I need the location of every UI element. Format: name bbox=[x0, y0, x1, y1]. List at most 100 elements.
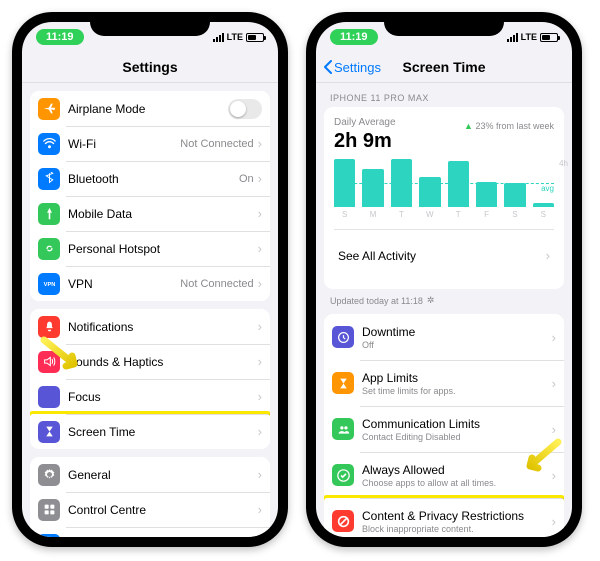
chevron-right-icon: › bbox=[258, 502, 262, 517]
row-label: Control Centre bbox=[68, 503, 258, 517]
screen-time-content[interactable]: IPHONE 11 PRO MAX Daily Average 2h 9m ▲ … bbox=[316, 83, 572, 537]
status-time: 11:19 bbox=[330, 29, 378, 45]
chevron-right-icon: › bbox=[258, 467, 262, 482]
chevron-right-icon: › bbox=[258, 241, 262, 256]
chevron-left-icon bbox=[324, 60, 332, 74]
settings-group: Airplane ModeWi-FiNot Connected›Bluetoot… bbox=[30, 91, 270, 301]
back-label: Settings bbox=[334, 60, 381, 75]
back-button[interactable]: Settings bbox=[324, 60, 381, 75]
chart-bar: M bbox=[362, 169, 383, 219]
row-subtitle: Block inappropriate content. bbox=[362, 525, 552, 534]
chevron-right-icon: › bbox=[258, 171, 262, 186]
row-airplane-mode[interactable]: Airplane Mode bbox=[30, 91, 270, 126]
row-label: Content & Privacy Restrictions bbox=[362, 509, 552, 523]
settings-group: Notifications›Sounds & Haptics›Focus›Scr… bbox=[30, 309, 270, 449]
hourglass-icon bbox=[38, 421, 60, 443]
notch bbox=[384, 12, 504, 36]
link-icon bbox=[38, 238, 60, 260]
chart-ymax-label: 4h bbox=[559, 159, 568, 168]
row-screen-time[interactable]: Screen Time› bbox=[30, 411, 270, 449]
row-value: On bbox=[239, 173, 254, 185]
chevron-right-icon: › bbox=[546, 248, 550, 263]
chevron-right-icon: › bbox=[552, 514, 556, 529]
chevron-right-icon: › bbox=[258, 276, 262, 291]
page-title: Settings bbox=[122, 59, 177, 75]
chevron-right-icon: › bbox=[258, 206, 262, 221]
daily-average-label: Daily Average bbox=[334, 117, 396, 128]
hourglass-icon bbox=[332, 372, 354, 394]
sound-icon bbox=[38, 351, 60, 373]
row-always-allowed[interactable]: Always AllowedChoose apps to allow at al… bbox=[324, 452, 564, 498]
chevron-right-icon: › bbox=[258, 319, 262, 334]
row-control-centre[interactable]: Control Centre› bbox=[30, 492, 270, 527]
status-time: 11:19 bbox=[36, 29, 84, 45]
row-mobile-data[interactable]: Mobile Data› bbox=[30, 196, 270, 231]
settings-group: General›Control Centre›ADisplay & Bright… bbox=[30, 457, 270, 537]
row-label: App Limits bbox=[362, 371, 552, 385]
row-notifications[interactable]: Notifications› bbox=[30, 309, 270, 344]
row-label: General bbox=[68, 468, 258, 482]
chevron-right-icon: › bbox=[258, 389, 262, 404]
row-general[interactable]: General› bbox=[30, 457, 270, 492]
updated-label: Updated today at 11:18 ✲ bbox=[330, 295, 558, 306]
row-label: Personal Hotspot bbox=[68, 242, 258, 256]
toggle[interactable] bbox=[228, 99, 262, 119]
bell-icon bbox=[38, 316, 60, 338]
row-label: Notifications bbox=[68, 320, 258, 334]
row-value: Not Connected bbox=[180, 138, 253, 150]
row-personal-hotspot[interactable]: Personal Hotspot› bbox=[30, 231, 270, 266]
row-content-privacy[interactable]: Content & Privacy Restrictions Block inap… bbox=[324, 495, 564, 537]
row-label: Focus bbox=[68, 390, 258, 404]
see-all-activity-button[interactable]: See All Activity › bbox=[334, 229, 554, 279]
row-subtitle: Choose apps to allow at all times. bbox=[362, 479, 552, 488]
chevron-right-icon: › bbox=[552, 376, 556, 391]
device-label: IPHONE 11 PRO MAX bbox=[330, 93, 558, 103]
notch bbox=[90, 12, 210, 36]
settings-list[interactable]: Airplane ModeWi-FiNot Connected›Bluetoot… bbox=[22, 83, 278, 537]
chevron-right-icon: › bbox=[258, 354, 262, 369]
screen-time-options: DowntimeOff›App LimitsSet time limits fo… bbox=[324, 314, 564, 537]
status-lte: LTE bbox=[227, 32, 243, 42]
row-label: Airplane Mode bbox=[68, 102, 228, 116]
vpn-icon: VPN bbox=[38, 273, 60, 295]
gear-icon bbox=[38, 464, 60, 486]
signal-icon bbox=[213, 32, 224, 42]
row-bluetooth[interactable]: BluetoothOn› bbox=[30, 161, 270, 196]
daily-average-card: Daily Average 2h 9m ▲ 23% from last week… bbox=[324, 107, 564, 289]
display-icon: A bbox=[38, 534, 60, 538]
status-lte: LTE bbox=[521, 32, 537, 42]
row-value: Not Connected bbox=[180, 278, 253, 290]
row-subtitle: Contact Editing Disabled bbox=[362, 433, 552, 442]
row-sounds[interactable]: Sounds & Haptics› bbox=[30, 344, 270, 379]
cc-icon bbox=[38, 499, 60, 521]
row-communication-limits[interactable]: Communication LimitsContact Editing Disa… bbox=[324, 406, 564, 452]
page-title: Screen Time bbox=[402, 59, 485, 75]
row-app-limits[interactable]: App LimitsSet time limits for apps.› bbox=[324, 360, 564, 406]
battery-icon bbox=[540, 33, 558, 42]
chevron-right-icon: › bbox=[258, 424, 262, 439]
row-wifi[interactable]: Wi-FiNot Connected › bbox=[30, 126, 270, 161]
svg-text:VPN: VPN bbox=[43, 282, 55, 288]
people-icon bbox=[332, 418, 354, 440]
screen-screen-time: 11:19 LTE Settings Screen Time IPHONE 11… bbox=[316, 22, 572, 537]
chevron-right-icon: › bbox=[552, 330, 556, 345]
row-label: Mobile Data bbox=[68, 207, 258, 221]
row-vpn[interactable]: VPNVPNNot Connected› bbox=[30, 266, 270, 301]
check-icon bbox=[332, 464, 354, 486]
row-label: Downtime bbox=[362, 325, 552, 339]
nav-bar: Settings bbox=[22, 52, 278, 83]
nav-bar: Settings Screen Time bbox=[316, 52, 572, 83]
signal-icon bbox=[507, 32, 518, 42]
row-label: Sounds & Haptics bbox=[68, 355, 258, 369]
phone-left: 11:19 LTE Settings Airplane ModeWi-FiNot… bbox=[12, 12, 288, 547]
row-downtime[interactable]: DowntimeOff› bbox=[324, 314, 564, 360]
row-focus[interactable]: Focus› bbox=[30, 379, 270, 414]
chart-avg-line: avg bbox=[334, 183, 554, 193]
chevron-right-icon: › bbox=[258, 136, 262, 151]
chevron-right-icon: › bbox=[552, 422, 556, 437]
arrow-up-icon: ▲ bbox=[464, 121, 473, 131]
row-label: Wi-Fi bbox=[68, 137, 180, 151]
clock-icon bbox=[332, 326, 354, 348]
row-label: Screen Time bbox=[68, 425, 258, 439]
row-display[interactable]: ADisplay & Brightness› bbox=[30, 527, 270, 537]
